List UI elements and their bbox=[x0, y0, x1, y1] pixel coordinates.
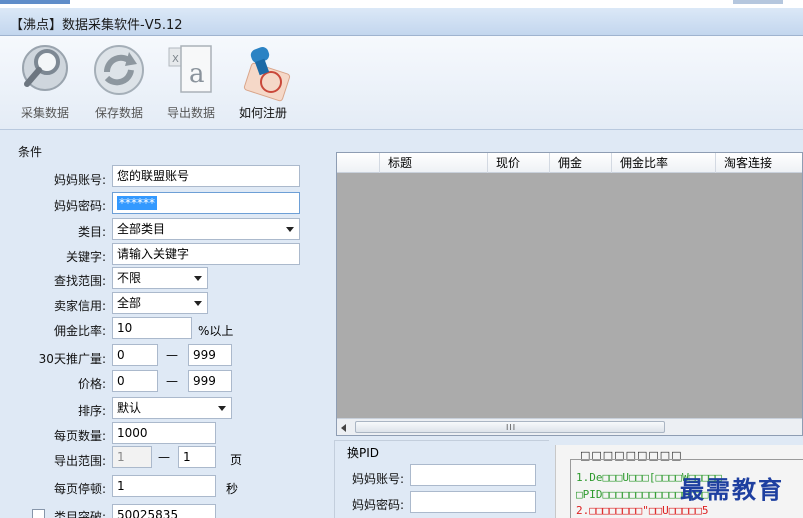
category-select[interactable]: 全部类目 bbox=[112, 218, 300, 240]
account-input[interactable]: 您的联盟账号 bbox=[112, 165, 300, 187]
promo-max-input[interactable]: 999 bbox=[188, 344, 232, 366]
how-to-register-label: 如何注册 bbox=[238, 106, 287, 120]
pid-account-label: 妈妈账号: bbox=[351, 472, 404, 486]
column-header-commission-rate[interactable]: 佣金比率 bbox=[611, 153, 715, 173]
collect-data-label: 采集数据 bbox=[20, 106, 69, 120]
notice-line-3: 2.□□□□□□□□"□□U□□□□□5 bbox=[576, 504, 709, 517]
grid-header: 标题 现价 佣金 佣金比率 淘客连接 bbox=[337, 153, 802, 173]
promo-label: 30天推广量: bbox=[38, 352, 106, 366]
export-range-dash: — bbox=[158, 450, 170, 464]
pid-group-title: 换PID bbox=[345, 444, 382, 461]
scroll-left-icon[interactable] bbox=[341, 424, 346, 432]
commission-input[interactable]: 10 bbox=[112, 317, 192, 339]
top-strip bbox=[0, 0, 803, 8]
pause-input[interactable]: 1 bbox=[112, 475, 216, 497]
pid-account-input[interactable] bbox=[410, 464, 536, 486]
refresh-icon bbox=[94, 45, 144, 95]
toolbar: 采集数据 保存数据 a X 导出数据 如何注册 bbox=[0, 36, 803, 130]
how-to-register-button[interactable]: 如何注册 bbox=[228, 38, 298, 128]
password-input[interactable]: ****** bbox=[112, 192, 300, 214]
export-data-label: 导出数据 bbox=[166, 106, 215, 120]
keyword-input[interactable]: 请输入关键字 bbox=[112, 243, 300, 265]
credit-label: 卖家信用: bbox=[53, 299, 106, 313]
save-data-button[interactable]: 保存数据 bbox=[84, 38, 154, 128]
password-label: 妈妈密码: bbox=[53, 199, 106, 213]
scope-value: 不限 bbox=[117, 271, 142, 285]
document-icon: a X bbox=[168, 45, 212, 93]
category-label: 类目: bbox=[77, 225, 106, 239]
title-bar: 【沸点】数据采集软件-V5.12 bbox=[0, 8, 803, 36]
credit-select[interactable]: 全部 bbox=[112, 292, 208, 314]
stamp-icon bbox=[243, 47, 291, 102]
svg-text:X: X bbox=[172, 54, 179, 65]
export-range-from-input[interactable]: 1 bbox=[112, 446, 152, 468]
sort-value: 默认 bbox=[117, 401, 142, 415]
column-header-price[interactable]: 现价 bbox=[487, 153, 549, 173]
chevron-down-icon bbox=[218, 406, 226, 411]
commission-label: 佣金比率: bbox=[53, 324, 106, 338]
promo-min-input[interactable]: 0 bbox=[112, 344, 158, 366]
perpage-label: 每页数量: bbox=[53, 429, 106, 443]
price-max-input[interactable]: 999 bbox=[188, 370, 232, 392]
column-header-commission[interactable]: 佣金 bbox=[549, 153, 611, 173]
sort-label: 排序: bbox=[77, 404, 106, 418]
sort-select[interactable]: 默认 bbox=[112, 397, 232, 419]
keyword-label: 关键字: bbox=[65, 250, 106, 264]
column-header-link[interactable]: 淘客连接 bbox=[715, 153, 803, 173]
scroll-thumb[interactable]: III bbox=[355, 421, 665, 433]
pause-unit: 秒 bbox=[226, 482, 239, 496]
svg-text:a: a bbox=[189, 59, 205, 89]
price-dash: — bbox=[166, 374, 178, 388]
scroll-grip: III bbox=[506, 423, 517, 432]
pid-password-input[interactable] bbox=[410, 491, 536, 513]
export-range-unit: 页 bbox=[230, 453, 243, 467]
promo-dash: — bbox=[166, 348, 178, 362]
chevron-down-icon bbox=[286, 227, 294, 232]
column-header-title[interactable]: 标题 bbox=[379, 153, 487, 173]
horizontal-scrollbar[interactable]: III bbox=[337, 418, 802, 435]
account-label: 妈妈账号: bbox=[53, 173, 106, 187]
category-break-label: 类目突破: bbox=[53, 510, 106, 518]
category-break-checkbox[interactable] bbox=[32, 509, 45, 518]
window-title: 【沸点】数据采集软件-V5.12 bbox=[10, 18, 183, 33]
password-value: ****** bbox=[117, 196, 157, 210]
perpage-input[interactable]: 1000 bbox=[112, 422, 216, 444]
collect-data-button[interactable]: 采集数据 bbox=[10, 38, 80, 128]
watermark: 最需教育 bbox=[680, 475, 784, 504]
pid-password-label: 妈妈密码: bbox=[351, 498, 404, 512]
magnifier-icon bbox=[22, 45, 68, 91]
results-grid[interactable]: 标题 现价 佣金 佣金比率 淘客连接 III bbox=[336, 152, 803, 436]
conditions-group-title: 条件 bbox=[18, 145, 43, 159]
commission-suffix: %以上 bbox=[198, 324, 234, 338]
scope-label: 查找范围: bbox=[53, 274, 106, 288]
price-label: 价格: bbox=[77, 377, 106, 391]
export-range-to-input[interactable]: 1 bbox=[178, 446, 216, 468]
pause-label: 每页停顿: bbox=[53, 482, 106, 496]
export-range-label: 导出范围: bbox=[53, 454, 106, 468]
scope-select[interactable]: 不限 bbox=[112, 267, 208, 289]
chevron-down-icon bbox=[194, 301, 202, 306]
chevron-down-icon bbox=[194, 276, 202, 281]
price-min-input[interactable]: 0 bbox=[112, 370, 158, 392]
category-break-input[interactable]: 50025835 bbox=[112, 504, 216, 518]
save-data-label: 保存数据 bbox=[94, 106, 143, 120]
category-value: 全部类目 bbox=[117, 222, 166, 236]
credit-value: 全部 bbox=[117, 296, 142, 310]
export-data-button[interactable]: a X 导出数据 bbox=[156, 38, 226, 128]
